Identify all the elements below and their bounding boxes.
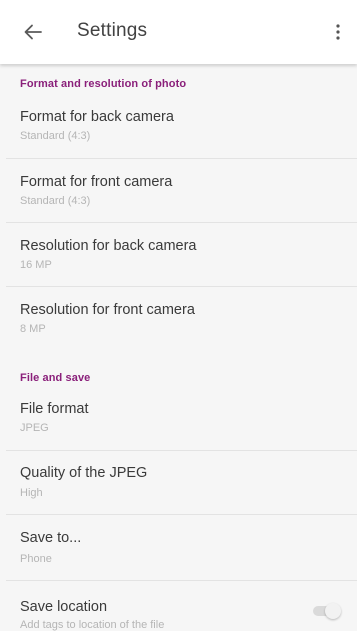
back-button[interactable] bbox=[18, 18, 48, 46]
pref-summary: High bbox=[20, 487, 43, 499]
pref-file-format[interactable]: File format JPEG bbox=[0, 389, 357, 449]
pref-format-back-camera[interactable]: Format for back camera Standard (4:3) bbox=[0, 96, 357, 156]
pref-title: File format bbox=[20, 401, 89, 417]
pref-title: Format for front camera bbox=[20, 174, 173, 190]
page-title: Settings bbox=[77, 20, 148, 41]
settings-list[interactable]: Format and resolution of photo Format fo… bbox=[0, 64, 357, 631]
more-vertical-icon bbox=[336, 24, 340, 40]
pref-save-location[interactable]: Save location Add tags to location of th… bbox=[0, 581, 357, 631]
section-header-file-save: File and save bbox=[20, 372, 91, 384]
app-bar: Settings bbox=[0, 0, 357, 64]
pref-summary: Standard (4:3) bbox=[20, 130, 91, 142]
arrow-left-icon bbox=[24, 24, 42, 40]
pref-resolution-front-camera[interactable]: Resolution for front camera 8 MP bbox=[0, 287, 357, 349]
pref-title: Format for back camera bbox=[20, 109, 174, 125]
pref-title: Save to... bbox=[20, 530, 82, 546]
pref-summary: Phone bbox=[20, 553, 52, 565]
pref-format-front-camera[interactable]: Format for front camera Standard (4:3) bbox=[0, 159, 357, 221]
pref-summary: Standard (4:3) bbox=[20, 195, 91, 207]
save-location-toggle[interactable] bbox=[311, 603, 341, 619]
pref-title: Save location bbox=[20, 599, 108, 615]
pref-jpeg-quality[interactable]: Quality of the JPEG High bbox=[0, 451, 357, 513]
pref-title: Quality of the JPEG bbox=[20, 465, 148, 481]
pref-summary: JPEG bbox=[20, 422, 49, 434]
toggle-thumb bbox=[325, 603, 341, 619]
pref-summary: 8 MP bbox=[20, 323, 46, 335]
pref-save-to[interactable]: Save to... Phone bbox=[0, 515, 357, 579]
pref-summary: Add tags to location of the file bbox=[20, 619, 165, 631]
pref-title: Resolution for back camera bbox=[20, 238, 197, 254]
section-header-photo: Format and resolution of photo bbox=[20, 78, 187, 90]
overflow-menu-button[interactable] bbox=[327, 18, 349, 46]
pref-summary: 16 MP bbox=[20, 259, 52, 271]
pref-title: Resolution for front camera bbox=[20, 302, 195, 318]
pref-resolution-back-camera[interactable]: Resolution for back camera 16 MP bbox=[0, 223, 357, 285]
